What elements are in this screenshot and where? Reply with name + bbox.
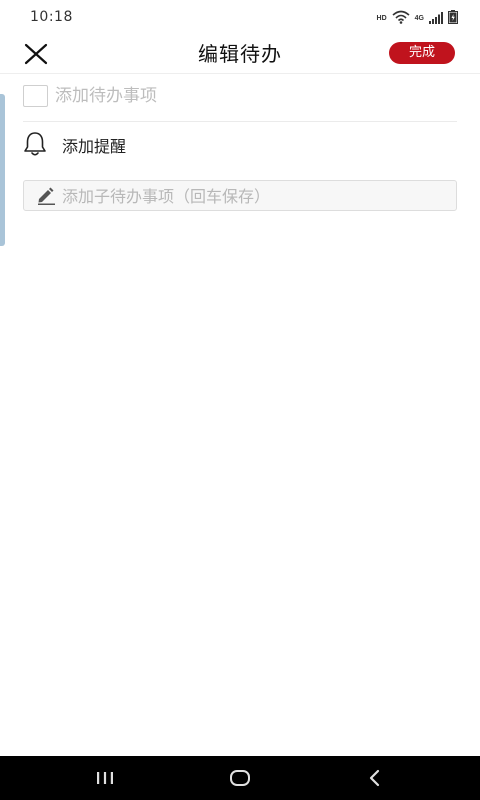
add-reminder-button[interactable]: 添加提醒 [23, 130, 323, 158]
status-icons: HD 4G [376, 9, 458, 28]
hd-indicator: HD [376, 14, 387, 22]
pencil-icon [38, 187, 55, 205]
bell-icon [24, 132, 46, 156]
recents-button[interactable] [90, 766, 120, 790]
network-type: 4G [414, 14, 424, 22]
wifi-icon [392, 9, 410, 28]
home-icon [230, 770, 250, 786]
add-reminder-label: 添加提醒 [62, 137, 127, 156]
todo-checkbox[interactable] [23, 85, 48, 107]
subtask-input[interactable] [62, 184, 447, 208]
recents-icon [97, 772, 113, 784]
back-button[interactable] [360, 766, 390, 790]
back-icon [369, 769, 380, 787]
home-button[interactable] [225, 766, 255, 790]
done-button[interactable]: 完成 [389, 42, 455, 64]
subtask-field[interactable] [23, 180, 457, 211]
status-bar: 10:18 HD 4G [0, 0, 480, 34]
todo-title-input[interactable] [55, 84, 445, 108]
signal-icon [429, 9, 443, 28]
battery-icon [448, 9, 458, 28]
todo-title-row [23, 84, 457, 122]
edge-drag-handle[interactable] [0, 94, 5, 246]
navigation-bar [0, 756, 480, 800]
header-bar: 编辑待办 完成 [0, 34, 480, 74]
status-time: 10:18 [30, 9, 73, 25]
